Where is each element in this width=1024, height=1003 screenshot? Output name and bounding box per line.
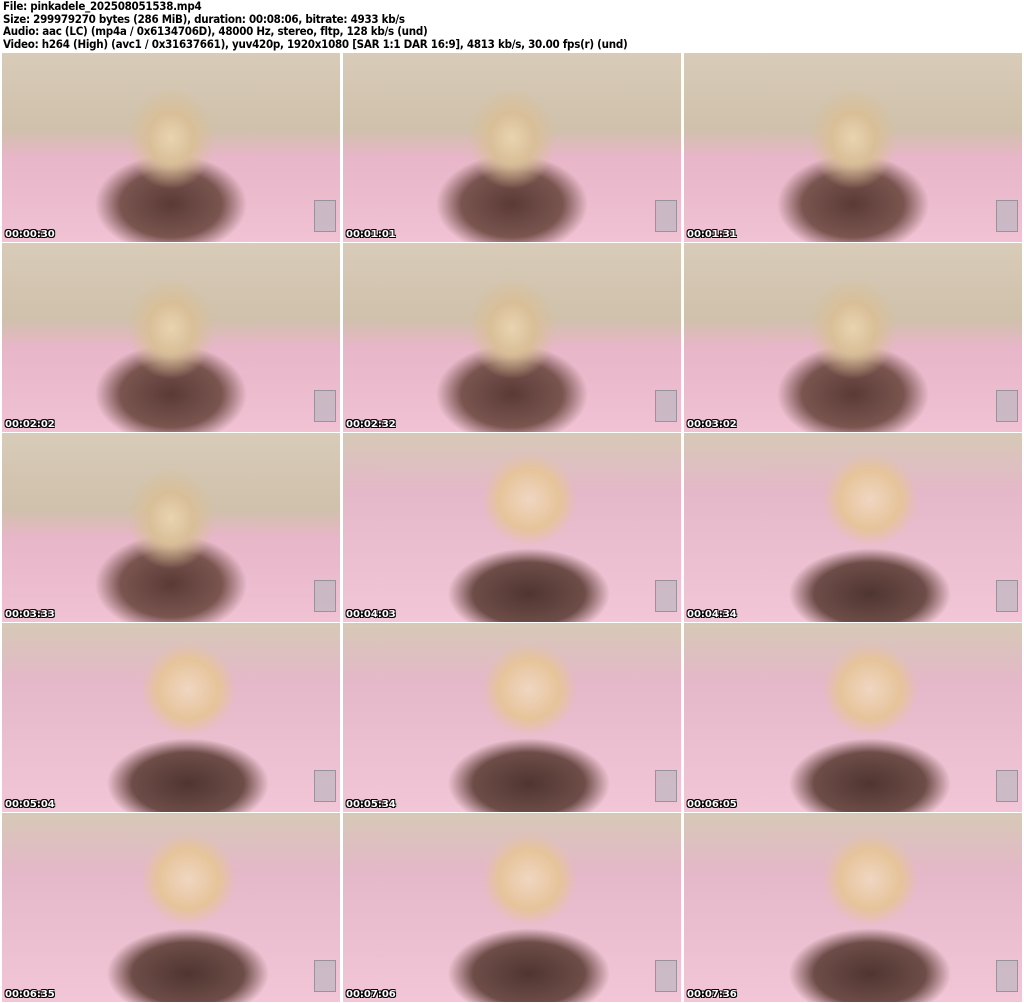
video-thumbnail: 00:02:32 xyxy=(343,243,681,432)
file-info-header: File: pinkadele_202508051538.mp4 Size: 2… xyxy=(3,0,628,51)
timestamp: 00:04:34 xyxy=(687,609,737,620)
video-thumbnail: 00:04:34 xyxy=(684,433,1022,622)
video-thumbnail: 00:07:36 xyxy=(684,813,1022,1002)
timestamp: 00:00:30 xyxy=(5,229,55,240)
video-thumbnail: 00:07:06 xyxy=(343,813,681,1002)
timestamp: 00:05:04 xyxy=(5,799,55,810)
video-thumbnail: 00:05:04 xyxy=(2,623,340,812)
timestamp: 00:03:33 xyxy=(5,609,55,620)
overlay-controls-icon xyxy=(314,770,336,802)
video-info: Video: h264 (High) (avc1 / 0x31637661), … xyxy=(3,36,628,51)
overlay-controls-icon xyxy=(655,960,677,992)
overlay-controls-icon xyxy=(314,200,336,232)
timestamp: 00:04:03 xyxy=(346,609,396,620)
overlay-controls-icon xyxy=(996,390,1018,422)
overlay-controls-icon xyxy=(314,960,336,992)
overlay-controls-icon xyxy=(655,580,677,612)
overlay-controls-icon xyxy=(996,580,1018,612)
timestamp: 00:03:02 xyxy=(687,419,737,430)
thumbnail-grid: 00:00:30 00:01:01 00:01:31 00:02:02 00:02:32… xyxy=(2,53,1022,1002)
video-thumbnail: 00:06:05 xyxy=(684,623,1022,812)
video-thumbnail: 00:01:01 xyxy=(343,53,681,242)
video-thumbnail: 00:00:30 xyxy=(2,53,340,242)
audio-info: Audio: aac (LC) (mp4a / 0x6134706D), 480… xyxy=(3,24,428,39)
timestamp: 00:06:05 xyxy=(687,799,737,810)
timestamp: 00:02:02 xyxy=(5,419,55,430)
timestamp: 00:07:06 xyxy=(346,989,396,1000)
timestamp: 00:05:34 xyxy=(346,799,396,810)
video-thumbnail: 00:03:33 xyxy=(2,433,340,622)
overlay-controls-icon xyxy=(996,200,1018,232)
overlay-controls-icon xyxy=(314,580,336,612)
overlay-controls-icon xyxy=(996,770,1018,802)
overlay-controls-icon xyxy=(996,960,1018,992)
timestamp: 00:01:31 xyxy=(687,229,737,240)
timestamp: 00:07:36 xyxy=(687,989,737,1000)
timestamp: 00:01:01 xyxy=(346,229,396,240)
video-thumbnail: 00:04:03 xyxy=(343,433,681,622)
overlay-controls-icon xyxy=(655,770,677,802)
timestamp: 00:02:32 xyxy=(346,419,396,430)
video-thumbnail: 00:01:31 xyxy=(684,53,1022,242)
video-thumbnail: 00:05:34 xyxy=(343,623,681,812)
video-thumbnail: 00:02:02 xyxy=(2,243,340,432)
overlay-controls-icon xyxy=(314,390,336,422)
video-thumbnail: 00:03:02 xyxy=(684,243,1022,432)
timestamp: 00:06:35 xyxy=(5,989,55,1000)
overlay-controls-icon xyxy=(655,390,677,422)
video-thumbnail: 00:06:35 xyxy=(2,813,340,1002)
file-name: File: pinkadele_202508051538.mp4 xyxy=(3,0,202,13)
overlay-controls-icon xyxy=(655,200,677,232)
